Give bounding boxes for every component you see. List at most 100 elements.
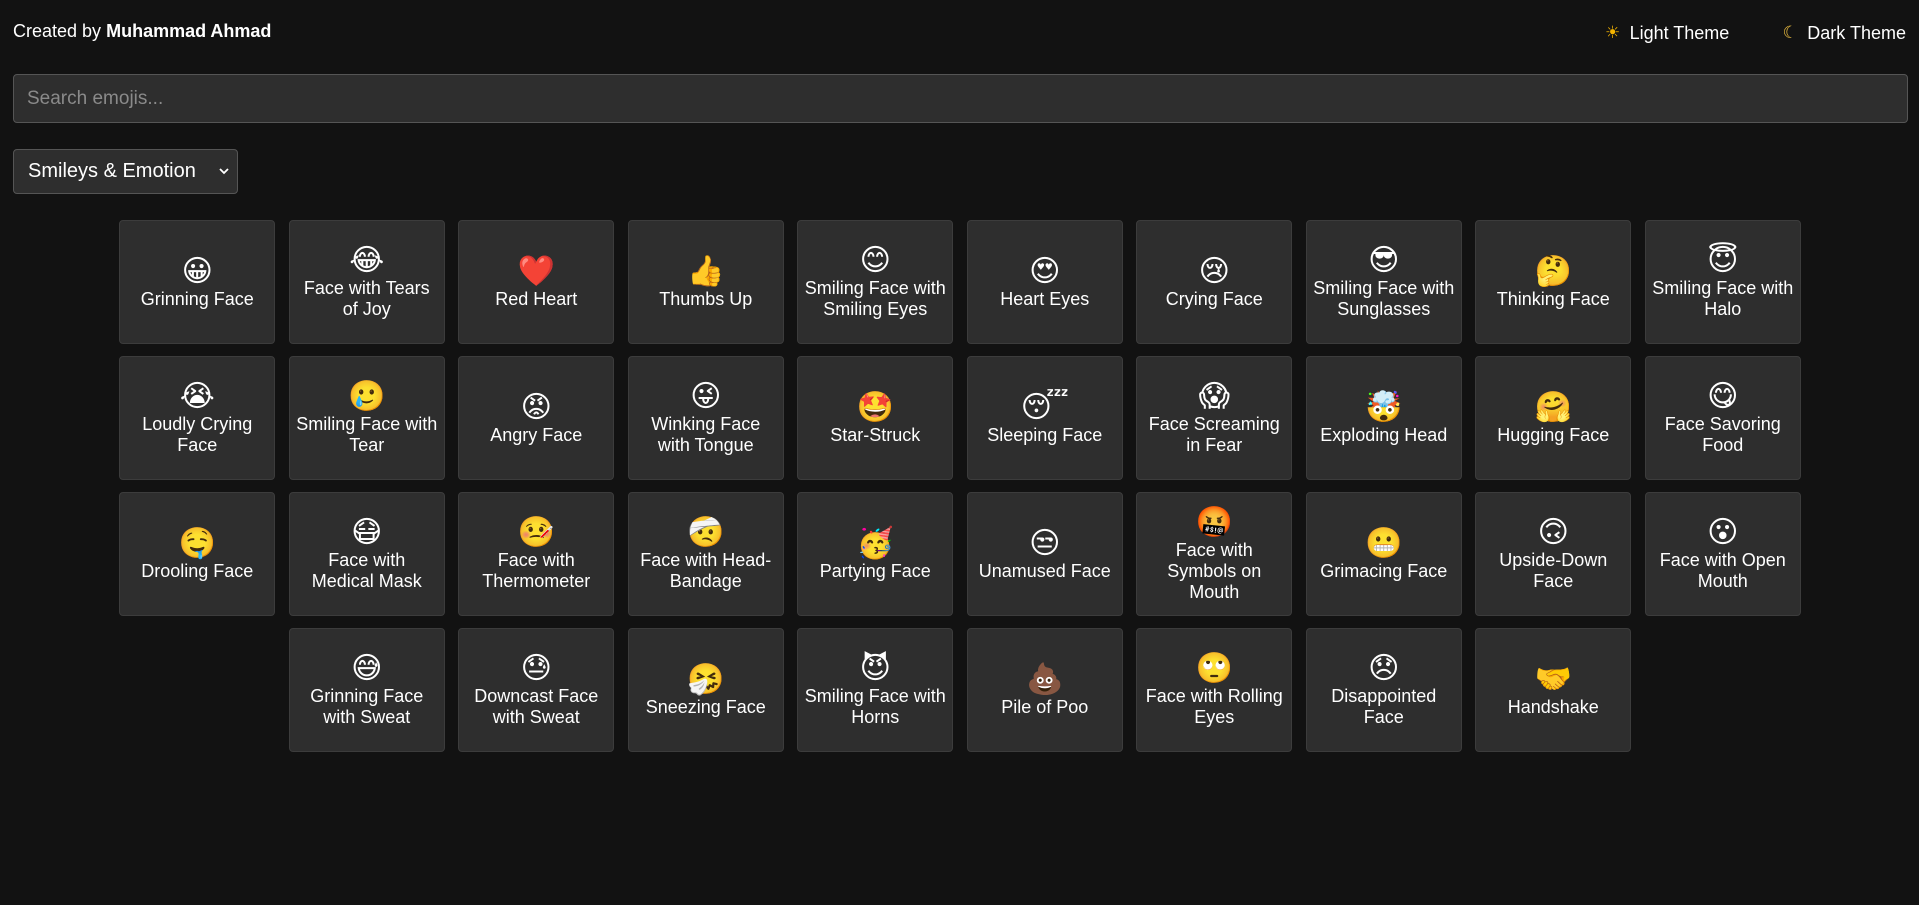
- partying-face-icon: 🥳: [856, 525, 894, 561]
- emoji-card[interactable]: 😈 Smiling Face with Horns: [797, 628, 954, 752]
- emoji-card[interactable]: 🤯 Exploding Head: [1305, 356, 1462, 480]
- savoring-food-icon: 😋: [1707, 379, 1739, 414]
- theme-switcher: ☀ Light Theme ☾ Dark Theme: [1604, 22, 1906, 44]
- head-bandage-icon: 🤕: [687, 515, 725, 550]
- pile-of-poo-icon: 💩: [1026, 661, 1064, 697]
- emoji-name: Face with Rolling Eyes: [1145, 686, 1283, 727]
- emoji-card[interactable]: 😴 Sleeping Face: [966, 356, 1123, 480]
- category-select[interactable]: Smileys & Emotion: [13, 149, 238, 194]
- dark-theme-button[interactable]: ☾ Dark Theme: [1781, 22, 1906, 44]
- emoji-name: Exploding Head: [1320, 424, 1448, 445]
- emoji-card[interactable]: 😓 Downcast Face with Sweat: [458, 628, 615, 752]
- emoji-card[interactable]: 🤕 Face with Head-Bandage: [627, 492, 784, 616]
- emoji-card[interactable]: 😇 Smiling Face with Halo: [1644, 220, 1801, 344]
- sleeping-face-icon: 😴: [1020, 389, 1069, 425]
- emoji-card[interactable]: 😭 Loudly Crying Face: [119, 356, 276, 480]
- search-container: [13, 74, 1908, 123]
- grinning-sweat-icon: 😅: [351, 651, 383, 686]
- light-theme-button[interactable]: ☀ Light Theme: [1604, 22, 1730, 44]
- emoji-card[interactable]: 🤬 Face with Symbols on Mouth: [1136, 492, 1293, 616]
- emoji-name: Star-Struck: [830, 424, 921, 445]
- emoji-name: Unamused Face: [978, 560, 1111, 581]
- emoji-card[interactable]: 😱 Face Screaming in Fear: [1136, 356, 1293, 480]
- emoji-name: Pile of Poo: [1001, 696, 1089, 717]
- emoji-card[interactable]: 😋 Face Savoring Food: [1644, 356, 1801, 480]
- emoji-name: Grimacing Face: [1320, 560, 1448, 581]
- emoji-card[interactable]: 🤤 Drooling Face: [119, 492, 276, 616]
- crying-face-icon: 😢: [1198, 253, 1230, 289]
- category-selected-value: Smileys & Emotion: [28, 160, 196, 182]
- emoji-grid: 😀 Grinning Face 😂 Face with Tears of Joy ❤️ R…: [38, 220, 1882, 752]
- disappointed-face-icon: 😞: [1368, 651, 1400, 686]
- emoji-name: Thumbs Up: [659, 288, 753, 309]
- chevron-down-icon: [219, 168, 229, 175]
- emoji-card[interactable]: 😍 Heart Eyes: [966, 220, 1123, 344]
- angry-face-icon: 😡: [520, 389, 552, 425]
- emoji-card[interactable]: 😡 Angry Face: [458, 356, 615, 480]
- star-struck-icon: 🤩: [856, 389, 894, 425]
- hugging-face-icon: 🤗: [1534, 389, 1572, 425]
- search-input[interactable]: [13, 74, 1908, 123]
- sneezing-face-icon: 🤧: [687, 661, 725, 697]
- emoji-card[interactable]: 🤩 Star-Struck: [797, 356, 954, 480]
- emoji-card[interactable]: 😊 Smiling Face with Smiling Eyes: [797, 220, 954, 344]
- emoji-card[interactable]: 🥳 Partying Face: [797, 492, 954, 616]
- emoji-name: Downcast Face with Sweat: [474, 686, 599, 727]
- emoji-name: Disappointed Face: [1331, 686, 1437, 727]
- horns-face-icon: 😈: [859, 651, 891, 686]
- emoji-card[interactable]: 🤒 Face with Thermometer: [458, 492, 615, 616]
- emoji-card[interactable]: 😮 Face with Open Mouth: [1644, 492, 1801, 616]
- red-heart-icon: ❤️: [517, 253, 555, 289]
- emoji-card[interactable]: 😎 Smiling Face with Sunglasses: [1305, 220, 1462, 344]
- emoji-name: Grinning Face with Sweat: [310, 686, 424, 727]
- open-mouth-icon: 😮: [1707, 515, 1739, 550]
- emoji-name: Heart Eyes: [1000, 288, 1090, 309]
- emoji-name: Smiling Face with Halo: [1652, 278, 1794, 319]
- emoji-card[interactable]: 😜 Winking Face with Tongue: [627, 356, 784, 480]
- emoji-card[interactable]: 😢 Crying Face: [1136, 220, 1293, 344]
- emoji-card[interactable]: 🥲 Smiling Face with Tear: [288, 356, 445, 480]
- emoji-name: Upside-Down Face: [1499, 550, 1608, 591]
- emoji-card[interactable]: 🙃 Upside-Down Face: [1475, 492, 1632, 616]
- emoji-card[interactable]: 🤔 Thinking Face: [1475, 220, 1632, 344]
- moon-icon: ☾: [1782, 23, 1798, 42]
- emoji-name: Face with Open Mouth: [1659, 550, 1786, 591]
- heart-eyes-icon: 😍: [1029, 253, 1061, 289]
- unamused-face-icon: 😒: [1029, 525, 1061, 561]
- emoji-card[interactable]: 😅 Grinning Face with Sweat: [288, 628, 445, 752]
- thinking-face-icon: 🤔: [1534, 253, 1572, 289]
- light-theme-label: Light Theme: [1629, 23, 1730, 43]
- halo-face-icon: 😇: [1707, 243, 1739, 278]
- emoji-card[interactable]: ❤️ Red Heart: [458, 220, 615, 344]
- emoji-card[interactable]: 🤝 Handshake: [1475, 628, 1632, 752]
- emoji-card[interactable]: 😬 Grimacing Face: [1305, 492, 1462, 616]
- sun-icon: ☀: [1604, 23, 1621, 42]
- emoji-name: Smiling Face with Smiling Eyes: [804, 278, 946, 319]
- emoji-name: Smiling Face with Horns: [804, 686, 946, 727]
- emoji-name: Loudly Crying Face: [142, 414, 253, 455]
- emoji-name: Red Heart: [495, 288, 578, 309]
- emoji-card[interactable]: 👍 Thumbs Up: [627, 220, 784, 344]
- emoji-name: Smiling Face with Tear: [296, 414, 438, 455]
- emoji-card[interactable]: 😞 Disappointed Face: [1305, 628, 1462, 752]
- emoji-card[interactable]: 😒 Unamused Face: [966, 492, 1123, 616]
- emoji-name: Face with Thermometer: [482, 550, 591, 591]
- emoji-card[interactable]: 🤗 Hugging Face: [1475, 356, 1632, 480]
- emoji-card[interactable]: 🤧 Sneezing Face: [627, 628, 784, 752]
- sunglasses-face-icon: 😎: [1368, 243, 1400, 278]
- emoji-name: Face with Head-Bandage: [640, 550, 772, 591]
- emoji-card[interactable]: 😷 Face with Medical Mask: [288, 492, 445, 616]
- emoji-name: Partying Face: [819, 560, 931, 581]
- emoji-card[interactable]: 😂 Face with Tears of Joy: [288, 220, 445, 344]
- emoji-name: Face Savoring Food: [1664, 414, 1781, 455]
- upside-down-icon: 🙃: [1537, 515, 1569, 550]
- grinning-face-icon: 😀: [181, 253, 213, 289]
- emoji-card[interactable]: 😀 Grinning Face: [119, 220, 276, 344]
- emoji-card[interactable]: 💩 Pile of Poo: [966, 628, 1123, 752]
- emoji-name: Smiling Face with Sunglasses: [1313, 278, 1455, 319]
- header: Created by Muhammad Ahmad ☀ Light Theme …: [13, 20, 1906, 44]
- symbols-mouth-icon: 🤬: [1195, 504, 1233, 540]
- rolling-eyes-icon: 🙄: [1195, 651, 1233, 686]
- emoji-card[interactable]: 🙄 Face with Rolling Eyes: [1136, 628, 1293, 752]
- medical-mask-icon: 😷: [351, 515, 383, 550]
